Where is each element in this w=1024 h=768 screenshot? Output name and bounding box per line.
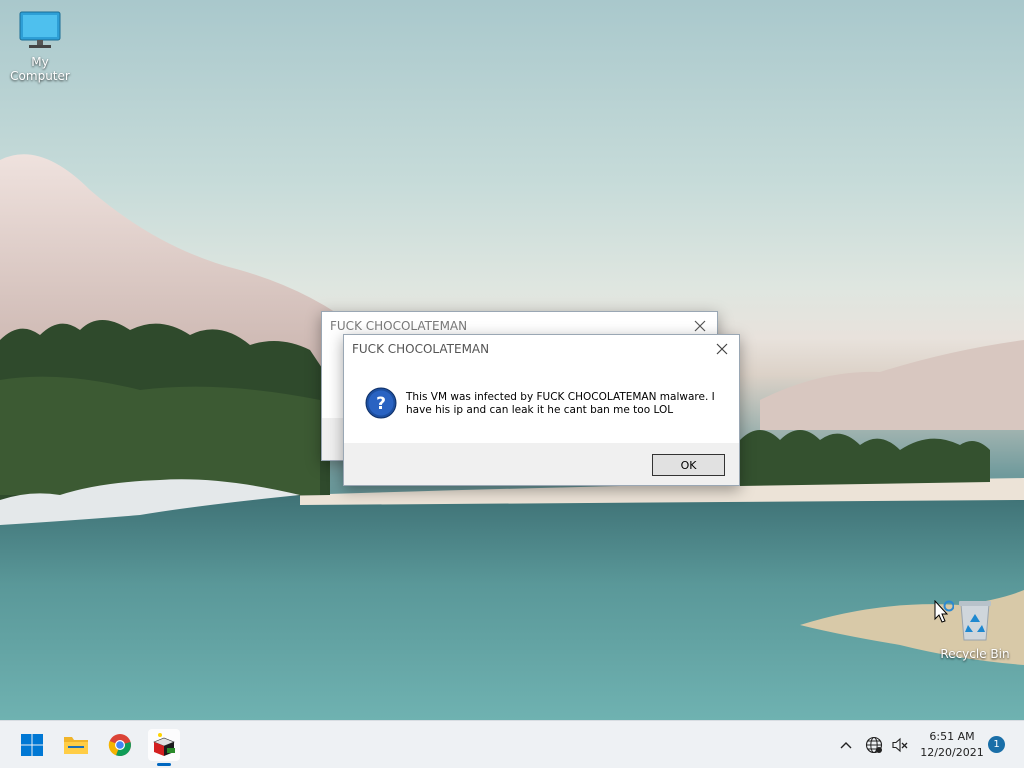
desktop-icon-my-computer[interactable]: My Computer [0,10,80,83]
active-app-indicator [157,763,171,766]
windows-logo-icon [21,734,43,756]
speaker-muted-icon [892,737,908,753]
desktop-icon-label: My Computer [10,55,70,83]
close-icon [716,343,728,355]
message-dialog[interactable]: FUCK CHOCOLATEMAN ? This VM was infected… [343,334,740,486]
folder-icon [64,737,88,754]
taskbar-file-explorer[interactable] [60,729,92,761]
recycle-bin-icon [959,601,991,641]
clock-date: 12/20/2021 [920,746,984,759]
close-button[interactable] [705,335,739,363]
question-icon: ? [365,387,397,419]
clock-time: 6:51 AM [929,730,975,743]
dialog-titlebar[interactable]: FUCK CHOCOLATEMAN [344,335,739,363]
system-clock[interactable]: 6:51 AM 12/20/2021 [914,729,990,761]
tray-volume-button[interactable] [890,735,910,755]
notification-badge[interactable]: 1 [988,736,1005,753]
dialog-title: FUCK CHOCOLATEMAN [352,342,490,356]
svg-text:?: ? [376,394,386,414]
dialog-title: FUCK CHOCOLATEMAN [330,319,468,333]
ok-button[interactable]: OK [652,454,725,476]
close-icon [694,320,706,332]
dialog-message: This VM was infected by FUCK CHOCOLATEMA… [406,391,715,416]
chrome-icon [108,734,131,757]
desktop: My Computer Recycle Bin FUCK CHOCOLATEMA… [0,0,1024,720]
cube-app-icon [153,733,175,756]
globe-icon [865,736,883,754]
tray-overflow-button[interactable] [836,735,856,755]
taskbar: 6:51 AM 12/20/2021 1 [0,720,1024,768]
taskbar-chrome[interactable] [104,729,136,761]
tray-network-button[interactable] [864,735,884,755]
taskbar-malware-app[interactable] [148,729,180,766]
dialog-footer: OK [344,443,739,485]
busy-cursor-icon [934,600,954,623]
computer-icon [19,11,61,48]
chevron-up-icon [840,742,852,749]
desktop-icon-label: Recycle Bin [940,647,1010,661]
start-button[interactable] [16,729,48,761]
